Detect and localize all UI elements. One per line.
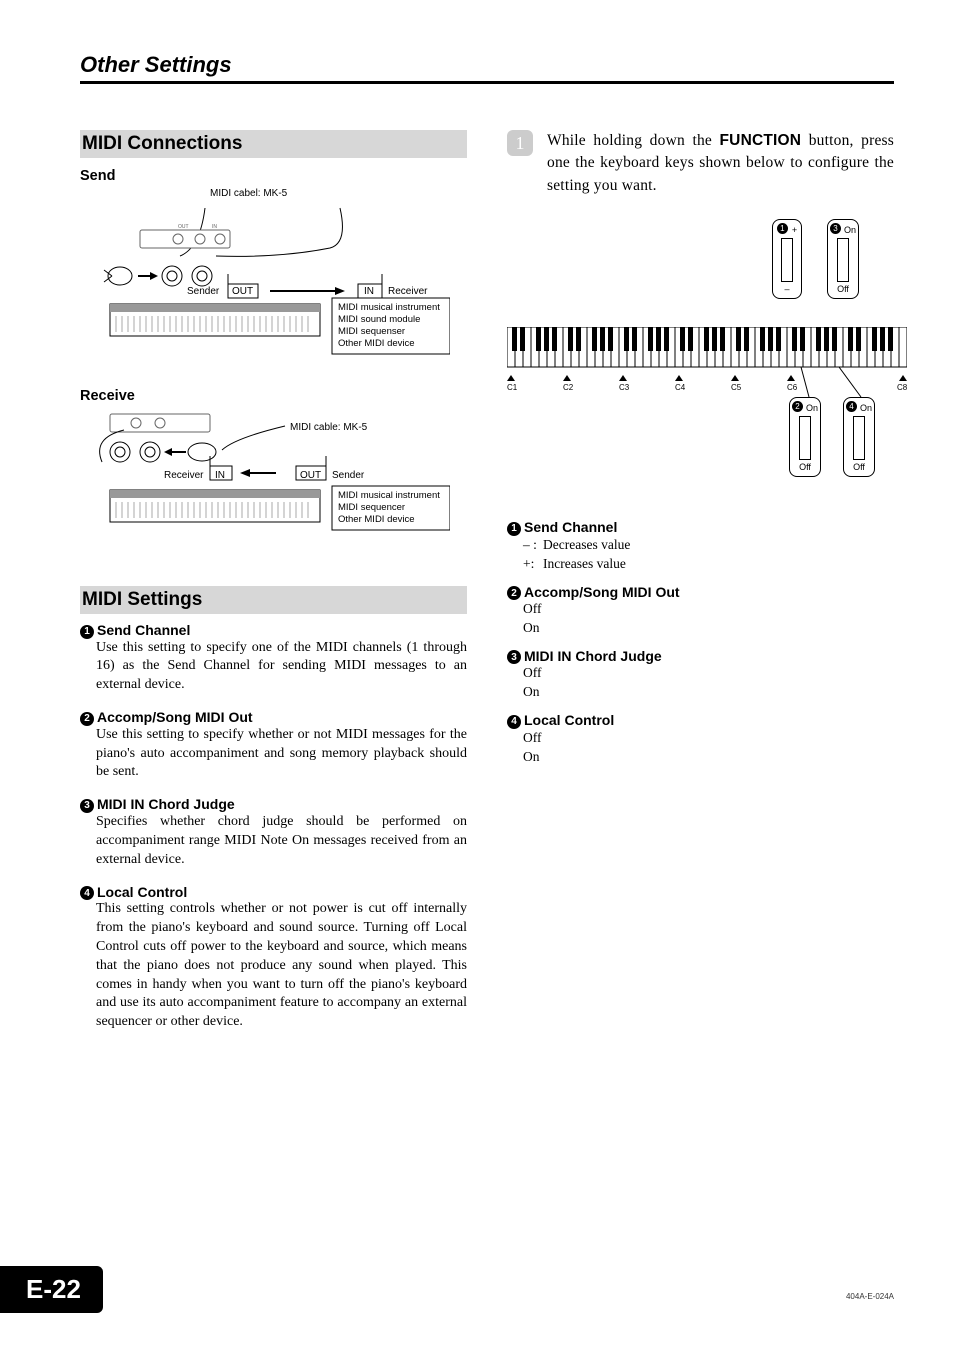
list-item: Other MIDI device	[338, 514, 440, 526]
receive-heading: Receive	[80, 388, 467, 404]
num-badge-1: 1	[80, 625, 94, 639]
opt-key: +:	[523, 555, 543, 574]
opt-val: Off	[523, 600, 894, 619]
figure-receive: MIDI cable: MK-5	[80, 408, 467, 558]
out-label: OUT	[300, 470, 321, 481]
tick-c3: C3	[619, 383, 629, 392]
callout-2: 2On Off	[789, 397, 821, 477]
hr-divider	[80, 81, 894, 84]
tick-c2: C2	[563, 383, 573, 392]
setting-body: This setting controls whether or not pow…	[80, 900, 467, 1032]
svg-text:OUT: OUT	[178, 224, 189, 230]
tick-c4: C4	[675, 383, 685, 392]
section-midi-settings: MIDI Settings	[80, 586, 467, 614]
num-badge-2: 2	[80, 712, 94, 726]
doc-code: 404A-E-024A	[846, 1292, 894, 1301]
right-list: 1Send Channel – :Decreases value +:Incre…	[507, 519, 894, 766]
in-label: IN	[215, 470, 225, 481]
section-title: MIDI Settings	[82, 589, 461, 611]
step-number: 1	[507, 130, 533, 156]
sender-label: Sender	[187, 286, 219, 297]
cable-label: MIDI cabel: MK-5	[210, 188, 287, 199]
send-heading: Send	[80, 168, 467, 184]
num-badge-3: 3	[507, 650, 521, 664]
num-badge-3: 3	[80, 799, 94, 813]
cable-label: MIDI cable: MK-5	[290, 422, 367, 433]
list-item: Other MIDI device	[338, 338, 440, 350]
opt-val: On	[523, 619, 894, 638]
settings-list: 1Send Channel Use this setting to specif…	[80, 622, 467, 1032]
list-item: MIDI sequenser	[338, 326, 440, 338]
opt-val: On	[523, 683, 894, 702]
step-1: 1 While holding down the FUNCTION button…	[507, 130, 894, 197]
opt-val: Off	[523, 664, 894, 683]
list-title: Accomp/Song MIDI Out	[524, 584, 680, 600]
tick-c8: C8	[897, 383, 907, 392]
receiver-label: Receiver	[388, 286, 427, 297]
list-item: MIDI musical instrument	[338, 490, 440, 502]
section-title: MIDI Connections	[82, 133, 461, 155]
breadcrumb: Other Settings	[80, 52, 894, 78]
out-label: OUT	[232, 286, 253, 297]
in-label: IN	[364, 286, 374, 297]
section-midi-connections: MIDI Connections	[80, 130, 467, 158]
tick-c1: C1	[507, 383, 517, 392]
list-title: MIDI IN Chord Judge	[524, 648, 662, 664]
opt-val: Increases value	[543, 555, 626, 574]
tick-c5: C5	[731, 383, 741, 392]
num-badge-2: 2	[507, 586, 521, 600]
setting-body: Use this setting to specify whether or n…	[80, 726, 467, 783]
num-badge-1: 1	[507, 522, 521, 536]
receiver-label: Receiver	[164, 470, 203, 481]
sender-label: Sender	[332, 470, 364, 481]
opt-val: On	[523, 748, 894, 767]
recv-diagram-svg	[80, 408, 450, 558]
callout-1: 1+ –	[772, 219, 802, 299]
list-item: MIDI sequencer	[338, 502, 440, 514]
send-diagram-svg: OUT IN	[80, 188, 450, 378]
opt-val: Off	[523, 729, 894, 748]
opt-key: – :	[523, 536, 543, 555]
list-item: MIDI sound module	[338, 314, 440, 326]
setting-body: Specifies whether chord judge should be …	[80, 813, 467, 870]
num-badge-4: 4	[80, 886, 94, 900]
setting-body: Use this setting to specify one of the M…	[80, 639, 467, 696]
keyboard-diagram: 1+ – 3On Off	[507, 219, 894, 479]
setting-title: Send Channel	[97, 622, 190, 638]
setting-title: MIDI IN Chord Judge	[97, 796, 235, 812]
callout-4: 4On Off	[843, 397, 875, 477]
svg-text:IN: IN	[212, 224, 217, 230]
page-number: E-22	[0, 1266, 103, 1313]
num-badge-4: 4	[507, 715, 521, 729]
setting-title: Accomp/Song MIDI Out	[97, 709, 253, 725]
callout-3: 3On Off	[827, 219, 859, 299]
list-title: Local Control	[524, 712, 614, 728]
step-text: While holding down the FUNCTION button, …	[547, 130, 894, 197]
setting-title: Local Control	[97, 884, 187, 900]
list-item: MIDI musical instrument	[338, 302, 440, 314]
list-title: Send Channel	[524, 519, 617, 535]
opt-val: Decreases value	[543, 536, 630, 555]
figure-send: MIDI cabel: MK-5 OUT IN	[80, 188, 467, 378]
